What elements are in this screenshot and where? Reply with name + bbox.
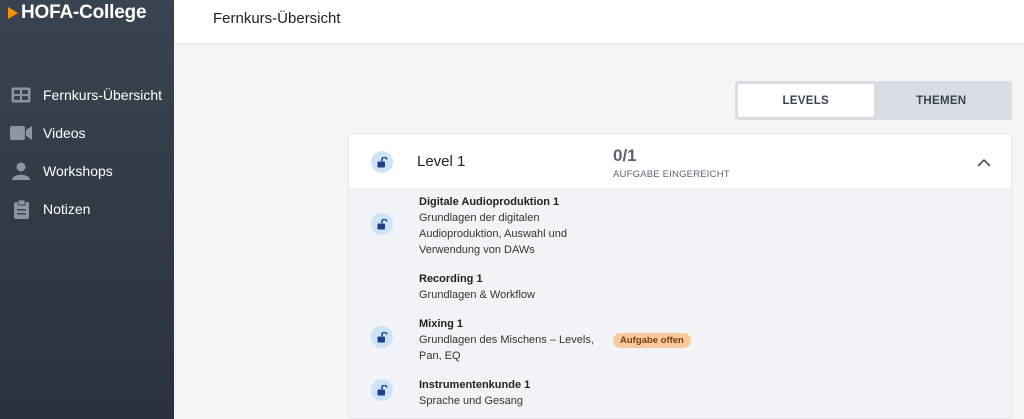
clipboard-icon bbox=[0, 197, 42, 221]
lesson-description: Grundlagen des Mischens – Levels, Pan, E… bbox=[419, 334, 594, 362]
sidebar-nav: Fernkurs-Übersicht Videos Workshops Noti… bbox=[0, 76, 174, 228]
toggle-levels[interactable]: LEVELS bbox=[738, 84, 874, 117]
sidebar-item-fernkurs-uebersicht[interactable]: Fernkurs-Übersicht bbox=[0, 76, 174, 114]
sidebar-item-label: Videos bbox=[43, 125, 86, 141]
unlock-icon bbox=[371, 213, 393, 235]
sidebar-item-workshops[interactable]: Workshops bbox=[0, 152, 174, 190]
lesson-title: Instrumentenkunde 1 bbox=[419, 379, 531, 391]
user-icon bbox=[0, 159, 42, 183]
lesson-description: Grundlagen der digitalen Audioproduktion… bbox=[419, 212, 567, 256]
progress-label: AUFGABE EINGEREICHT bbox=[613, 169, 730, 180]
sidebar-item-videos[interactable]: Videos bbox=[0, 114, 174, 152]
sidebar: HOFA-College Fernkurs-Übersicht Videos W… bbox=[0, 0, 174, 419]
logo-play-icon bbox=[8, 7, 18, 19]
hofa-logo[interactable]: HOFA-College bbox=[8, 1, 147, 25]
status-badge: Aufgabe offen bbox=[613, 333, 691, 348]
sidebar-item-notizen[interactable]: Notizen bbox=[0, 190, 174, 228]
toggle-themen[interactable]: THEMEN bbox=[874, 84, 1010, 117]
sidebar-item-label: Notizen bbox=[43, 201, 91, 217]
lesson-title: Digitale Audioproduktion 1 bbox=[419, 196, 560, 208]
level-title: Level 1 bbox=[417, 153, 466, 170]
unlock-icon bbox=[371, 151, 393, 173]
lesson-description: Sprache und Gesang bbox=[419, 395, 523, 407]
lesson-list: Digitale Audioproduktion 1 Grundlagen de… bbox=[349, 188, 1011, 418]
chevron-up-icon[interactable] bbox=[977, 154, 991, 172]
video-camera-icon bbox=[0, 121, 42, 145]
lesson-title: Mixing 1 bbox=[419, 318, 464, 330]
top-bar: Fernkurs-Übersicht bbox=[174, 0, 1024, 43]
unlock-icon bbox=[371, 379, 393, 401]
lesson-title: Recording 1 bbox=[419, 273, 483, 285]
sidebar-item-label: Fernkurs-Übersicht bbox=[43, 87, 163, 103]
view-toggle: LEVELS THEMEN bbox=[735, 81, 1012, 120]
level-card: Level 1 0/1 AUFGABE EINGEREICHT Digitale… bbox=[348, 133, 1012, 419]
level-header[interactable]: Level 1 0/1 AUFGABE EINGEREICHT bbox=[349, 134, 1011, 188]
dashboard-icon bbox=[0, 83, 42, 107]
sidebar-item-label: Workshops bbox=[43, 163, 113, 179]
lesson-description: Grundlagen & Workflow bbox=[419, 289, 535, 301]
logo-text: HOFA-College bbox=[21, 2, 147, 23]
unlock-icon bbox=[371, 326, 393, 348]
page-title: Fernkurs-Übersicht bbox=[213, 10, 341, 27]
progress-count: 0/1 bbox=[613, 146, 637, 165]
